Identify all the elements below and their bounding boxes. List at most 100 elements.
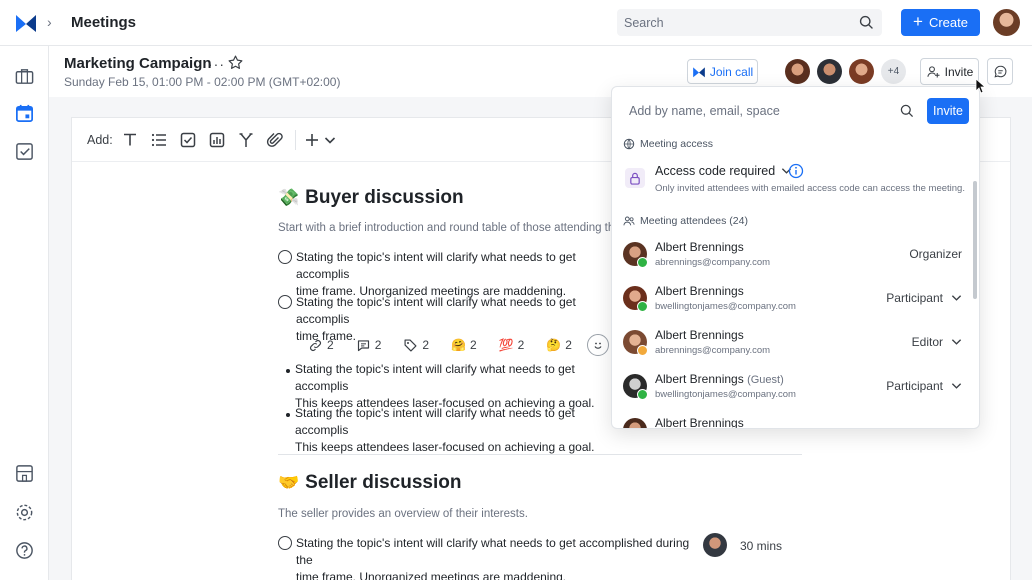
meeting-date: Sunday Feb 15, 01:00 PM - 02:00 PM (GMT+… <box>64 75 341 89</box>
agenda-item-radio[interactable] <box>278 295 292 309</box>
attendee-name: Albert Brennings <box>655 328 744 342</box>
attendee-role-dropdown[interactable]: Participant <box>886 291 962 305</box>
access-level-value: Access code required <box>655 164 776 178</box>
reaction-count: 2 <box>327 338 334 352</box>
people-icon <box>623 216 635 226</box>
search-icon[interactable] <box>858 14 875 31</box>
agenda-item-line: time frame. Unorganized meetings are mad… <box>296 570 567 580</box>
more-options-icon[interactable]: ··· <box>208 56 225 72</box>
attendee-avatar[interactable] <box>785 59 810 84</box>
meeting-title: Marketing Campaign <box>64 55 212 72</box>
settings-icon[interactable] <box>14 502 35 523</box>
attachment-icon[interactable] <box>266 131 284 149</box>
join-call-button[interactable]: Join call <box>687 59 758 84</box>
toolbar-add-label: Add: <box>87 133 113 147</box>
popover-scrollbar[interactable] <box>973 181 977 299</box>
reaction-chip[interactable]: 2 <box>349 334 389 356</box>
chevron-down-icon[interactable] <box>323 131 337 149</box>
list-icon[interactable] <box>150 131 168 149</box>
plus-icon[interactable] <box>303 131 321 149</box>
create-button[interactable]: + Create <box>901 9 980 36</box>
bullet-line: Stating the topic's intent will clarify … <box>295 406 575 437</box>
app-logo-icon <box>692 66 705 77</box>
attendee-name-text: Albert Brennings <box>655 284 744 298</box>
agenda-item-line: Stating the topic's intent will clarify … <box>296 295 576 326</box>
chat-button[interactable] <box>987 58 1013 85</box>
reaction-count: 2 <box>517 338 525 352</box>
reaction-chip[interactable]: 🤗 2 <box>444 334 484 356</box>
access-level-dropdown[interactable]: Access code required <box>655 164 792 178</box>
info-icon[interactable] <box>788 163 804 179</box>
search-input[interactable]: Search <box>617 9 882 36</box>
money-emoji-icon: 💸 <box>278 188 300 207</box>
section-divider <box>278 454 802 455</box>
chevron-down-icon <box>951 383 962 389</box>
attendee-email: abrennings@company.com <box>655 257 771 268</box>
chevron-down-icon <box>951 339 962 345</box>
attendee-email: bwellingtonjames@company.com <box>655 301 796 312</box>
attendee-role-text: Editor <box>911 335 943 349</box>
online-status-icon <box>637 301 648 312</box>
attendee-row[interactable]: Albert Brennings <box>612 412 979 429</box>
handshake-emoji-icon: 🤝 <box>278 473 300 492</box>
online-status-icon <box>637 389 648 400</box>
more-attendees-badge[interactable]: +4 <box>881 59 906 84</box>
branch-icon[interactable] <box>237 131 255 149</box>
help-icon[interactable] <box>14 540 35 561</box>
reaction-chip[interactable]: 2 <box>396 334 436 356</box>
reaction-count: 2 <box>470 338 477 352</box>
user-avatar[interactable] <box>993 9 1020 36</box>
attendee-row[interactable]: Albert Brennings abrennings@company.com … <box>612 324 979 368</box>
invite-search-input[interactable]: Add by name, email, space <box>629 104 780 118</box>
tag-icon <box>404 339 417 351</box>
invite-button[interactable]: Invite <box>920 58 979 85</box>
create-label: Create <box>928 15 968 30</box>
thinking-emoji-icon: 🤔 <box>546 338 562 352</box>
chevron-down-icon <box>951 295 962 301</box>
invite-popover: Add by name, email, space Invite Meeting… <box>611 86 980 429</box>
attendees-count-text: Meeting attendees (24) <box>640 215 748 227</box>
attendee-row[interactable]: Albert Brennings (Guest) bwellingtonjame… <box>612 368 979 412</box>
text-icon[interactable] <box>121 131 139 149</box>
calendar-icon[interactable] <box>14 103 35 124</box>
chart-icon[interactable] <box>208 131 226 149</box>
app-logo-icon[interactable] <box>14 11 38 35</box>
meeting-access-text: Meeting access <box>640 138 713 150</box>
attendee-avatar[interactable] <box>849 59 874 84</box>
agenda-item-radio[interactable] <box>278 250 292 264</box>
globe-icon <box>623 138 635 150</box>
guest-tag: (Guest) <box>747 374 784 386</box>
star-icon[interactable] <box>227 54 244 71</box>
section-heading-seller: 🤝 Seller discussion <box>278 472 461 494</box>
add-reaction-button[interactable] <box>586 334 609 356</box>
attendee-row[interactable]: Albert Brennings bwellingtonjames@compan… <box>612 280 979 324</box>
attendee-avatar[interactable] <box>817 59 842 84</box>
section-intro: The seller provides an overview of their… <box>278 508 528 520</box>
hundred-emoji-icon: 💯 <box>498 338 514 352</box>
attendee-role-text: Participant <box>886 291 943 305</box>
meeting-access-label: Meeting access <box>623 138 713 150</box>
reaction-chip[interactable]: 2 <box>301 334 341 356</box>
reaction-chip[interactable]: 🤔 2 <box>539 334 579 356</box>
agenda-item-radio[interactable] <box>278 536 292 550</box>
attendee-row[interactable]: Albert Brennings abrennings@company.com … <box>612 236 979 280</box>
attendee-role-dropdown[interactable]: Editor <box>912 335 962 349</box>
agenda-item: Stating the topic's intent will clarify … <box>296 249 626 300</box>
checkbox-icon[interactable] <box>179 131 197 149</box>
lock-badge <box>625 168 645 188</box>
tasks-icon[interactable] <box>14 141 35 162</box>
search-icon[interactable] <box>899 103 915 119</box>
popover-invite-button[interactable]: Invite <box>927 98 969 124</box>
briefcase-icon[interactable] <box>14 66 35 87</box>
section-intro: Start with a brief introduction and roun… <box>278 222 615 234</box>
attendee-name: Albert Brennings <box>655 240 744 254</box>
item-owner-avatar[interactable] <box>703 533 727 557</box>
section-heading-text: Seller discussion <box>305 472 462 493</box>
attendee-name-text: Albert Brennings <box>655 416 744 429</box>
attendees-label: Meeting attendees (24) <box>623 215 748 227</box>
bullet-dot <box>286 369 290 373</box>
attendee-role-dropdown[interactable]: Participant <box>886 379 962 393</box>
building-icon[interactable] <box>14 463 35 484</box>
reaction-chip[interactable]: 💯 2 <box>492 334 532 356</box>
reaction-count: 2 <box>374 338 382 352</box>
